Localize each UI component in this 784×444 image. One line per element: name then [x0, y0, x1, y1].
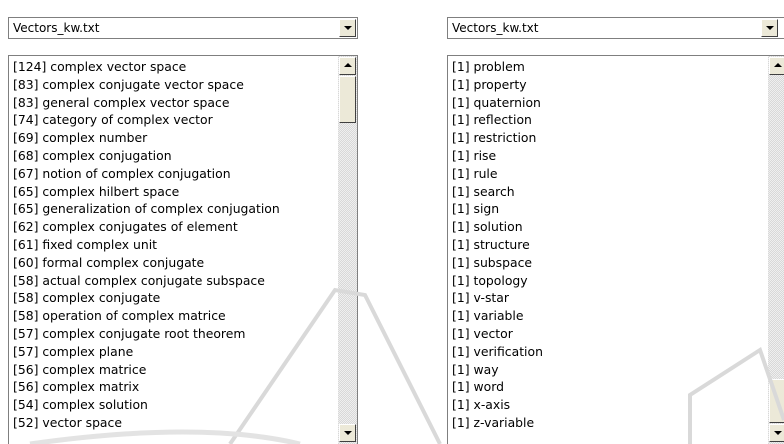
list-item[interactable]: [83] general complex vector space: [13, 94, 280, 112]
left-keyword-listbox[interactable]: [124] complex vector space [83] complex c…: [8, 55, 358, 444]
right-combo-value: Vectors_kw.txt: [452, 21, 539, 35]
chevron-down-icon: [344, 26, 352, 30]
list-item[interactable]: [124] complex vector space: [13, 58, 280, 76]
right-scroll-thumb[interactable]: [769, 379, 784, 423]
list-item[interactable]: [60] formal complex conjugate: [13, 254, 280, 272]
chevron-down-icon: [766, 26, 774, 30]
arrow-up-icon: [774, 63, 782, 67]
list-item[interactable]: [1] property: [452, 76, 543, 94]
right-file-combobox[interactable]: Vectors_kw.txt: [447, 17, 784, 39]
left-vertical-scrollbar[interactable]: [338, 56, 357, 444]
list-item[interactable]: [1] v-star: [452, 289, 543, 307]
list-item[interactable]: [1] restriction: [452, 129, 543, 147]
left-scroll-up-button[interactable]: [339, 57, 356, 75]
list-item[interactable]: [1] z-variable: [452, 414, 543, 432]
list-item[interactable]: [54] complex solution: [13, 396, 280, 414]
list-item[interactable]: [1] rule: [452, 165, 543, 183]
list-item[interactable]: [58] actual complex conjugate subspace: [13, 272, 280, 290]
list-item[interactable]: [1] way: [452, 361, 543, 379]
list-item[interactable]: [1] verification: [452, 343, 543, 361]
list-item[interactable]: [58] operation of complex matrice: [13, 307, 280, 325]
list-item[interactable]: [65] generalization of complex conjugati…: [13, 200, 280, 218]
right-combo-dropdown-button[interactable]: [761, 19, 778, 37]
arrow-up-icon: [344, 63, 352, 67]
list-item[interactable]: [1] rise: [452, 147, 543, 165]
list-item[interactable]: [1] sign: [452, 200, 543, 218]
list-item[interactable]: [61] fixed complex unit: [13, 236, 280, 254]
left-combo-value: Vectors_kw.txt: [13, 21, 100, 35]
list-item[interactable]: [1] quaternion: [452, 94, 543, 112]
list-item[interactable]: [1] reflection: [452, 111, 543, 129]
list-item[interactable]: [67] notion of complex conjugation: [13, 165, 280, 183]
list-item[interactable]: [1] problem: [452, 58, 543, 76]
right-keyword-list: [1] problem [1] property [1] quaternion [1]…: [452, 58, 543, 432]
list-item[interactable]: [1] variable: [452, 307, 543, 325]
list-item[interactable]: [62] complex conjugates of element: [13, 218, 280, 236]
list-item[interactable]: [1] subspace: [452, 254, 543, 272]
arrow-down-icon: [774, 431, 782, 435]
left-keyword-list: [124] complex vector space [83] complex c…: [13, 58, 280, 432]
left-scroll-thumb[interactable]: [339, 76, 356, 123]
list-item[interactable]: [1] word: [452, 378, 543, 396]
list-item[interactable]: [1] structure: [452, 236, 543, 254]
list-item[interactable]: [58] complex conjugate: [13, 289, 280, 307]
left-file-combobox[interactable]: Vectors_kw.txt: [8, 17, 358, 39]
list-item[interactable]: [65] complex hilbert space: [13, 183, 280, 201]
left-scroll-down-button[interactable]: [339, 424, 356, 442]
list-item[interactable]: [52] vector space: [13, 414, 280, 432]
right-scroll-down-button[interactable]: [769, 424, 784, 442]
list-item[interactable]: [57] complex conjugate root theorem: [13, 325, 280, 343]
list-item[interactable]: [1] search: [452, 183, 543, 201]
list-item[interactable]: [57] complex plane: [13, 343, 280, 361]
list-item[interactable]: [1] solution: [452, 218, 543, 236]
arrow-down-icon: [344, 431, 352, 435]
left-combo-dropdown-button[interactable]: [339, 19, 356, 37]
right-vertical-scrollbar[interactable]: [768, 56, 784, 444]
right-scroll-up-button[interactable]: [769, 57, 784, 75]
list-item[interactable]: [56] complex matrice: [13, 361, 280, 379]
list-item[interactable]: [56] complex matrix: [13, 378, 280, 396]
list-item[interactable]: [1] x-axis: [452, 396, 543, 414]
list-item[interactable]: [1] topology: [452, 272, 543, 290]
list-item[interactable]: [68] complex conjugation: [13, 147, 280, 165]
right-keyword-listbox[interactable]: [1] problem [1] property [1] quaternion [1]…: [447, 55, 784, 444]
list-item[interactable]: [69] complex number: [13, 129, 280, 147]
list-item[interactable]: [74] category of complex vector: [13, 111, 280, 129]
list-item[interactable]: [1] vector: [452, 325, 543, 343]
list-item[interactable]: [83] complex conjugate vector space: [13, 76, 280, 94]
